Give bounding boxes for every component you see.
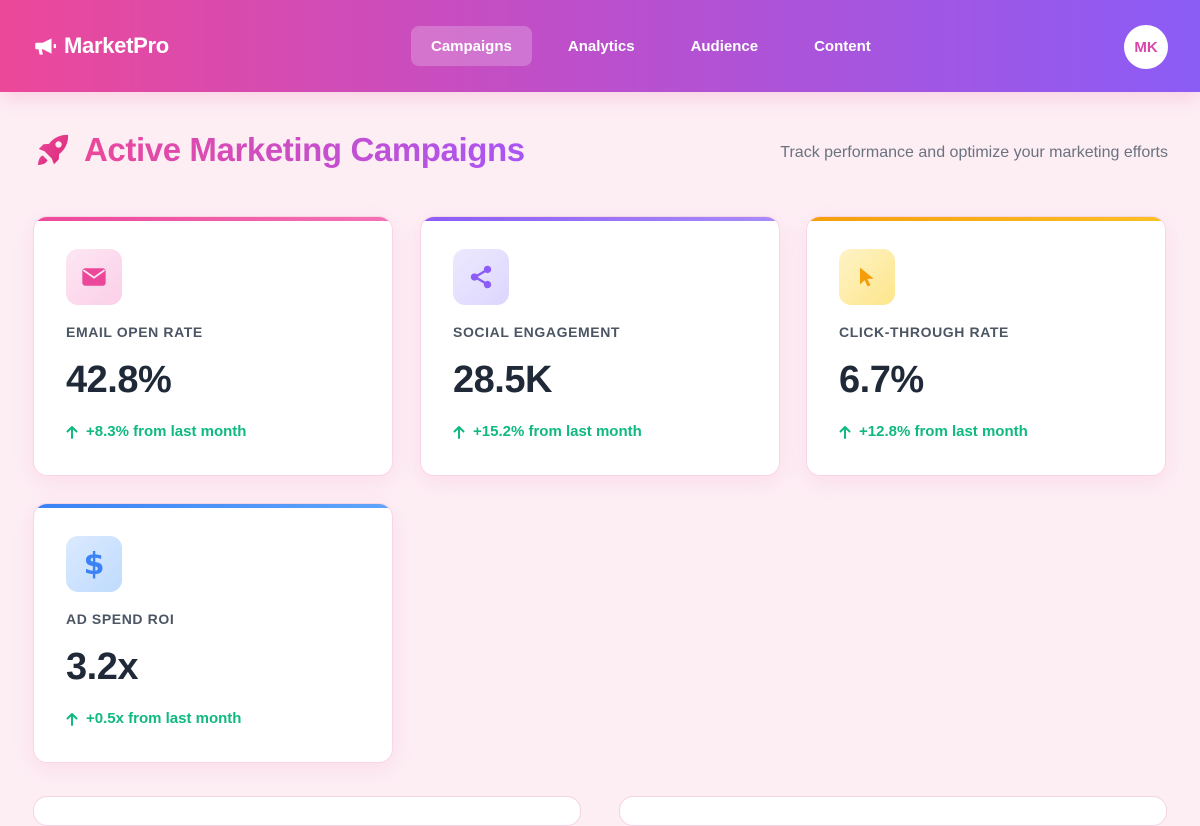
nav-content[interactable]: Content bbox=[794, 26, 891, 66]
brand-name: MarketPro bbox=[64, 33, 169, 58]
metric-change-text: +15.2% from last month bbox=[473, 423, 642, 440]
page-subtitle: Track performance and optimize your mark… bbox=[780, 144, 1168, 161]
card-icon-tile bbox=[453, 249, 509, 305]
metric-value: 6.7% bbox=[839, 359, 924, 401]
arrow-up-icon bbox=[66, 712, 78, 726]
metric-change-text: +12.8% from last month bbox=[859, 423, 1028, 440]
card-icon-tile bbox=[66, 249, 122, 305]
share-icon bbox=[470, 265, 492, 289]
arrow-up-icon bbox=[66, 425, 78, 439]
card-accent-bar bbox=[807, 217, 1165, 221]
metric-card-ad-spend-roi[interactable]: $ AD SPEND ROI 3.2x +0.5x from last mont… bbox=[33, 503, 393, 763]
card-accent-bar bbox=[34, 217, 392, 221]
metric-card-email-open-rate[interactable]: EMAIL OPEN RATE 42.8% +8.3% from last mo… bbox=[33, 216, 393, 476]
next-section-card bbox=[619, 796, 1167, 826]
metric-change: +12.8% from last month bbox=[839, 423, 1028, 440]
main-nav: Campaigns Analytics Audience Content bbox=[411, 26, 907, 66]
metric-change: +0.5x from last month bbox=[66, 710, 241, 727]
card-icon-tile: $ bbox=[66, 536, 122, 592]
nav-campaigns[interactable]: Campaigns bbox=[411, 26, 532, 66]
brand-logo[interactable]: MarketPro bbox=[32, 30, 169, 62]
card-icon-tile bbox=[839, 249, 895, 305]
megaphone-icon bbox=[35, 38, 57, 55]
card-accent-bar bbox=[421, 217, 779, 221]
dollar-icon: $ bbox=[83, 546, 105, 582]
mail-icon bbox=[82, 268, 106, 286]
metric-change-text: +8.3% from last month bbox=[86, 423, 247, 440]
page-title-row: Active Marketing Campaigns bbox=[34, 128, 525, 172]
card-accent-bar bbox=[34, 504, 392, 508]
nav-analytics[interactable]: Analytics bbox=[548, 26, 655, 66]
metric-value: 3.2x bbox=[66, 646, 138, 688]
metric-change: +8.3% from last month bbox=[66, 423, 246, 440]
metric-change-text: +0.5x from last month bbox=[86, 710, 242, 727]
metric-card-social-engagement[interactable]: SOCIAL ENGAGEMENT 28.5K +15.2% from last… bbox=[420, 216, 780, 476]
arrow-up-icon bbox=[453, 425, 465, 439]
metric-value: 42.8% bbox=[66, 359, 172, 401]
metric-value: 28.5K bbox=[453, 359, 552, 401]
metric-label: EMAIL OPEN RATE bbox=[66, 324, 203, 340]
metric-change: +15.2% from last month bbox=[453, 423, 642, 440]
cursor-icon bbox=[860, 267, 874, 287]
arrow-up-icon bbox=[839, 425, 851, 439]
page-title: Active Marketing Campaigns bbox=[84, 131, 525, 168]
metric-card-click-through-rate[interactable]: CLICK-THROUGH RATE 6.7% +12.8% from last… bbox=[806, 216, 1166, 476]
metric-label: CLICK-THROUGH RATE bbox=[839, 324, 1009, 340]
nav-audience[interactable]: Audience bbox=[671, 26, 779, 66]
user-avatar[interactable]: MK bbox=[1124, 25, 1168, 69]
rocket-icon bbox=[37, 134, 69, 166]
next-section-card bbox=[33, 796, 581, 826]
metric-label: AD SPEND ROI bbox=[66, 611, 175, 627]
top-header: MarketPro Campaigns Analytics Audience C… bbox=[0, 0, 1200, 92]
metric-label: SOCIAL ENGAGEMENT bbox=[453, 324, 621, 340]
